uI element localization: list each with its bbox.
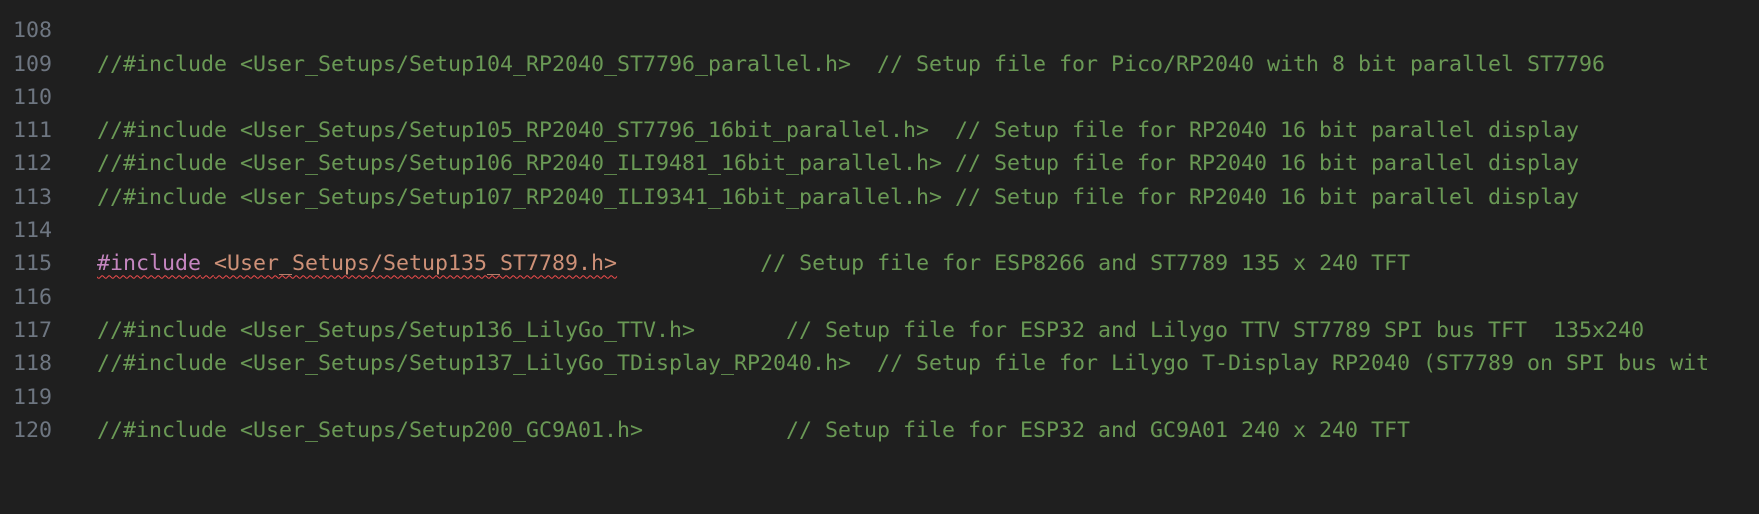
- code-line[interactable]: 120: [0, 381, 1759, 443]
- code-line[interactable]: 111 //#include <User_Setups/Setup106_RP2…: [0, 81, 1759, 176]
- code-line[interactable]: 108 //#include <User_Setups/Setup104_RP2…: [0, 0, 1759, 76]
- code-line[interactable]: 119 //#include <User_Setups/Setup200_GC9…: [0, 347, 1759, 443]
- code-line[interactable]: 118: [0, 314, 1759, 376]
- code-line[interactable]: 109: [0, 14, 1759, 77]
- code-line[interactable]: 112 //#include <User_Setups/Setup107_RP2…: [0, 114, 1759, 209]
- code-line[interactable]: 115: [0, 214, 1759, 276]
- line-number: 120: [12, 417, 52, 443]
- code-line[interactable]: 113: [0, 147, 1759, 210]
- code-line[interactable]: 116 //#include <User_Setups/Setup136_Lil…: [0, 247, 1759, 343]
- code-line-active-include[interactable]: 114 #include <User_Setups/Setup135_ST778…: [0, 181, 1759, 276]
- code-line[interactable]: 110 //#include <User_Setups/Setup105_RP2…: [0, 48, 1759, 143]
- code-comment[interactable]: //#include <User_Setups/Setup200_GC9A01.…: [97, 414, 1410, 447]
- code-line[interactable]: 117 //#include <User_Setups/Setup137_Lil…: [0, 281, 1759, 376]
- code-editor[interactable]: 108 //#include <User_Setups/Setup104_RP2…: [0, 0, 1759, 443]
